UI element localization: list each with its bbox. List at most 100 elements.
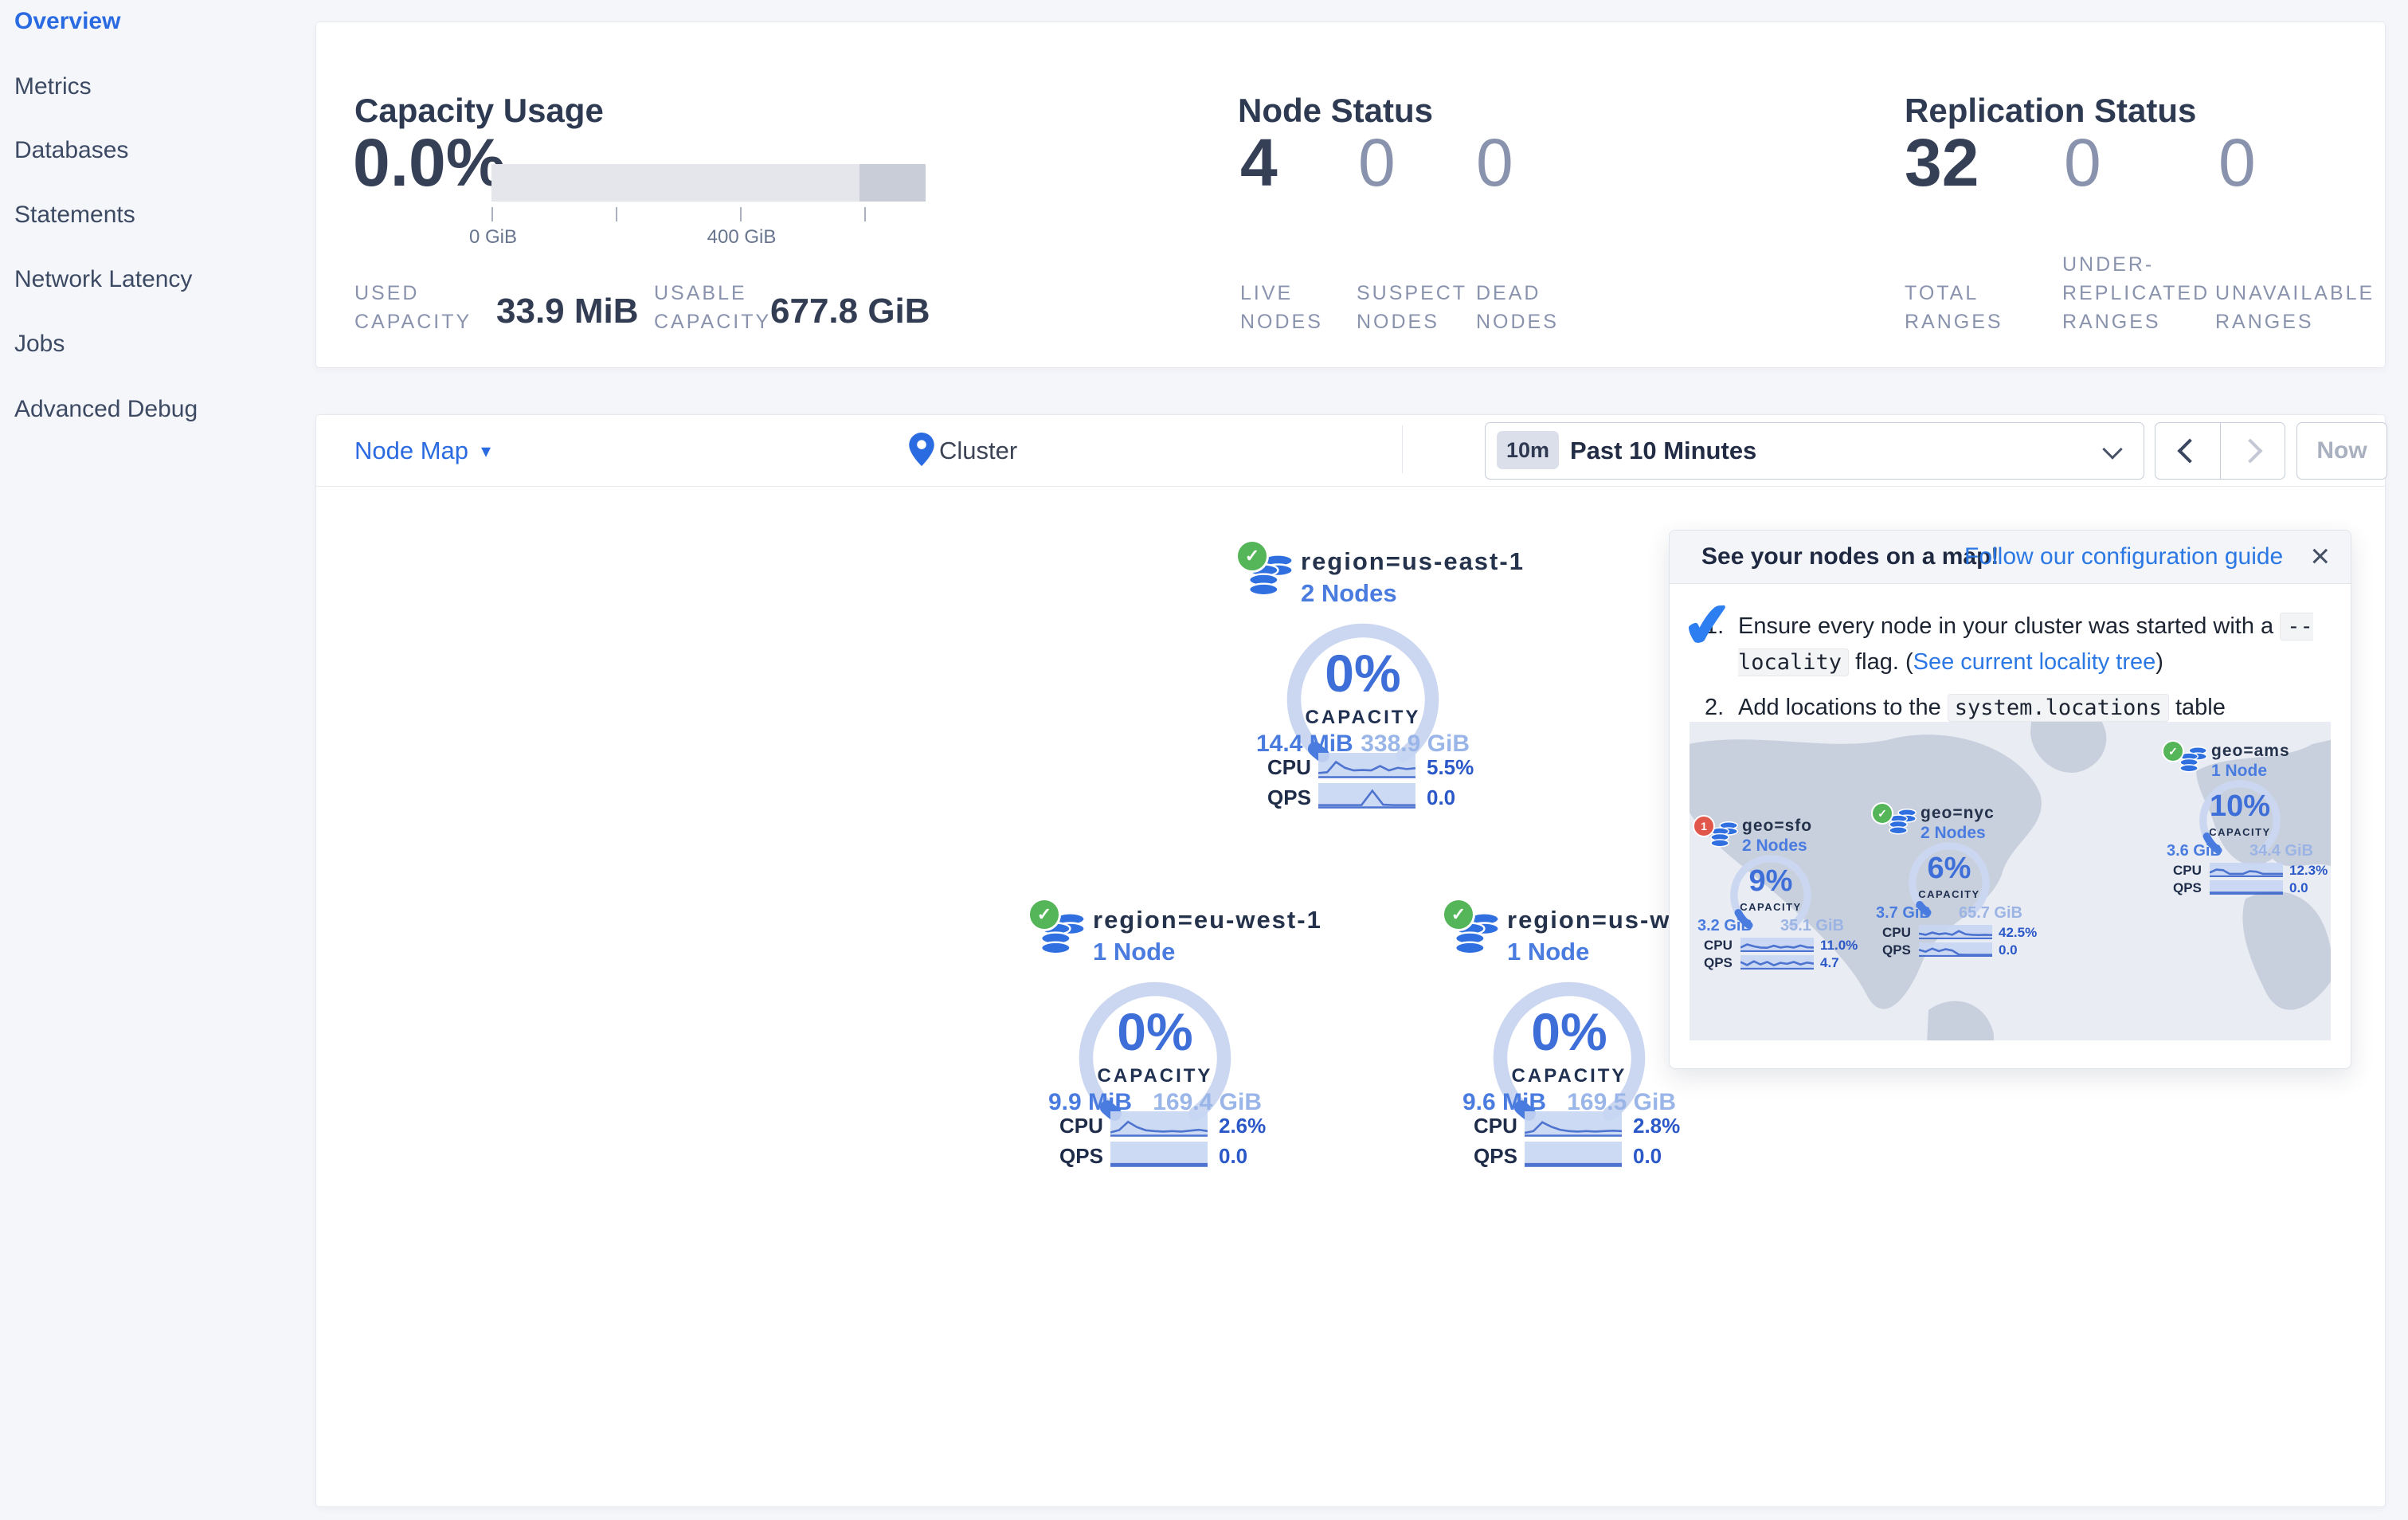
qps-sparkline [1740,955,1814,970]
locality-node-eu-west-1[interactable]: ✓ region=eu-west-1 1 Node 0% CAPACITY 9.… [1028,898,1321,1178]
chevron-down-icon [2102,439,2123,460]
map-toolbar: Node Map ▾ Cluster 10m Past 10 Minutes No… [316,415,2387,487]
cpu-value: 12.3% [2289,863,2328,878]
chevron-right-icon [2238,438,2263,464]
cpu-label: CPU [1267,755,1311,779]
usable-capacity-label: USABLE CAPACITY [654,282,772,333]
unavailable-ranges-value: 0 [2218,125,2256,200]
example-node-map: 1 geo=sfo 2 Nodes 9% CAPACITY 3.2 GiB 35.… [1690,722,2331,1040]
capacity-percent: 0% [1117,1002,1193,1061]
locality-nodes-link[interactable]: 1 Node [1093,938,1175,966]
sidebar-item-statements[interactable]: Statements [14,202,135,229]
unavailable-ranges-label: UNAVAILABLE RANGES [2215,282,2375,333]
next-range-button[interactable] [2219,423,2285,479]
prev-range-button[interactable] [2155,423,2220,479]
qps-value: 0.0 [1427,785,1456,809]
time-range-picker[interactable]: 10m Past 10 Minutes [1485,422,2144,480]
usable-capacity-value: 677.8 GiB [770,292,930,331]
qps-value: 0.0 [2289,880,2308,895]
total-ranges-value: 32 [1905,125,1979,200]
total-value: 34.4 GiB [2249,842,2313,860]
cpu-value: 2.8% [1633,1114,1681,1138]
cpu-sparkline [1318,753,1415,778]
total-value: 65.7 GiB [1958,904,2022,922]
capacity-percent: 9% [1748,864,1793,898]
cluster-summary-card: Capacity Usage 0.0% 0 GiB 400 GiB USED C… [315,22,2386,368]
used-value: 3.7 GiB [1876,904,1931,922]
locality-node-us-west-1[interactable]: ✓ region=us-west-1 1 Node 0% CAPACITY 9.… [1442,898,1735,1178]
cpu-value: 5.5% [1427,755,1474,779]
total-ranges-label: TOTAL RANGES [1905,282,2003,333]
capacity-tick [616,207,617,221]
sidebar-item-jobs[interactable]: Jobs [14,331,65,358]
used-capacity-value: 33.9 MiB [496,292,639,331]
suspect-nodes-label: SUSPECT NODES [1357,282,1468,333]
cpu-sparkline [1919,925,1992,939]
locality-nodes-link[interactable]: 2 Nodes [1301,579,1397,608]
time-range-nav [2155,422,2285,480]
time-range-badge: 10m [1497,431,1560,469]
capacity-tick [864,207,866,221]
cpu-value: 11.0% [1820,938,1858,953]
qps-sparkline [1110,1142,1208,1167]
step-text: Ensure every node in your cluster was st… [1738,613,2281,639]
locality-tree-link[interactable]: See current locality tree [1913,649,2156,675]
breadcrumb[interactable]: Cluster [939,437,1017,465]
view-selector-label: Node Map [354,437,469,464]
step-done-check-icon: ✔ [1678,589,1737,663]
sidebar-item-advanced-debug[interactable]: Advanced Debug [14,396,198,423]
mini-locality-geo-nyc: ✓ geo=nyc 2 Nodes 6% CAPACITY 3.7 GiB 65.… [1870,802,2037,958]
capacity-tick-label-400: 400 GiB [707,226,777,248]
step-text: ) [2155,649,2163,675]
locality-nodes-link[interactable]: 1 Node [1507,938,1589,966]
capacity-label: CAPACITY [1511,1065,1627,1087]
popup-title: See your nodes on a map! [1701,543,1999,570]
configuration-guide-link[interactable]: Follow our configuration guide [1964,531,2283,583]
sidebar-item-databases[interactable]: Databases [14,137,128,164]
now-button[interactable]: Now [2296,422,2387,480]
cpu-value: 2.6% [1219,1114,1267,1138]
locality-node-us-east-1[interactable]: ✓ region=us-east-1 2 Nodes 0% CAPACITY 1… [1235,539,1523,820]
step-text: Add locations to the [1738,695,1948,720]
cpu-label: CPU [1059,1114,1103,1138]
close-icon[interactable]: × [2310,539,2330,574]
healthy-check-icon: ✓ [2162,740,2184,762]
used-value: 3.6 GiB [2167,842,2222,860]
healthy-check-icon: ✓ [1235,539,1269,573]
qps-value: 0.0 [1633,1144,1662,1168]
map-pin-icon [909,433,934,466]
locality-title: geo=ams [2211,742,2290,760]
total-value: 35.1 GiB [1780,917,1844,934]
used-value: 3.2 GiB [1697,917,1752,934]
live-nodes-label: LIVE NODES [1240,282,1323,333]
capacity-tick [740,207,742,221]
capacity-percent: 10% [2209,789,2271,823]
capacity-label: CAPACITY [2209,826,2271,838]
locality-title: region=us-east-1 [1301,547,1525,575]
capacity-tick-label-0: 0 GiB [468,226,518,248]
sidebar-item-overview[interactable]: Overview [14,8,120,35]
qps-sparkline [1919,942,1992,957]
mini-locality-geo-ams: ✓ geo=ams 1 Node 10% CAPACITY 3.6 GiB 34.… [2160,740,2328,896]
sidebar-item-metrics[interactable]: Metrics [14,73,92,100]
cpu-sparkline [1110,1111,1208,1137]
dead-nodes-value: 0 [1476,125,1513,200]
toolbar-divider [1402,425,1403,473]
qps-sparkline [1318,783,1415,809]
time-range-label: Past 10 Minutes [1570,437,1757,464]
step-text: flag. ( [1849,649,1913,675]
view-selector-dropdown[interactable]: Node Map ▾ [354,437,491,465]
qps-label: QPS [1059,1144,1103,1168]
capacity-percent: 6% [1927,852,1971,885]
node-map-setup-popup: See your nodes on a map! Follow our conf… [1669,530,2351,1069]
capacity-bar-reserved-segment [859,164,926,202]
qps-label: QPS [1474,1144,1517,1168]
locality-title: region=eu-west-1 [1093,906,1322,934]
cpu-value: 42.5% [1999,925,2038,940]
mini-locality-geo-sfo: 1 geo=sfo 2 Nodes 9% CAPACITY 3.2 GiB 35.… [1691,815,1858,971]
sidebar-item-network-latency[interactable]: Network Latency [14,266,192,293]
sidebar: Overview Metrics Databases Statements Ne… [0,0,313,1520]
qps-sparkline [2210,880,2283,895]
qps-label: QPS [2173,880,2202,895]
used-capacity-label: USED CAPACITY [354,282,472,333]
